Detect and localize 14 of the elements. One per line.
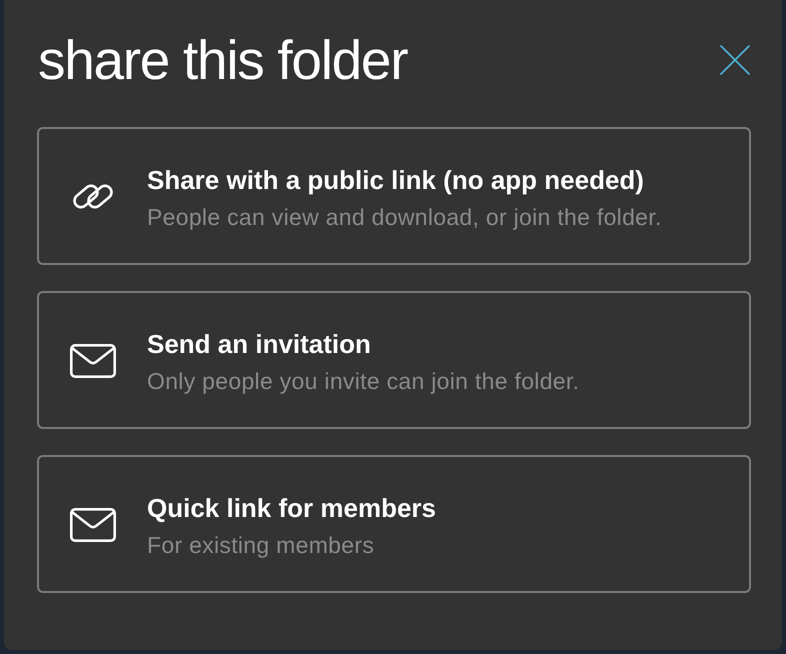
option-description: Only people you invite can join the folder. [147,366,580,394]
envelope-icon [70,344,116,378]
envelope-icon [70,508,116,542]
close-button[interactable] [720,45,750,75]
close-icon [720,45,750,75]
option-description: For existing members [147,530,376,558]
option-card[interactable]: Share with a public link (no app needed) People can view and download, or join the folder. [37,127,751,265]
option-card[interactable]: Send an invitation Only people you invite can join the folder. [37,291,751,429]
option-description: People can view and download, or join the folder. [147,202,662,230]
dialog-title: share this folder [38,33,408,88]
option-title: Send an invitation [147,328,372,360]
option-title: Quick link for members [147,492,436,524]
option-card[interactable]: Quick link for members For existing members [37,455,751,593]
option-title: Share with a public link (no app needed) [147,164,645,196]
